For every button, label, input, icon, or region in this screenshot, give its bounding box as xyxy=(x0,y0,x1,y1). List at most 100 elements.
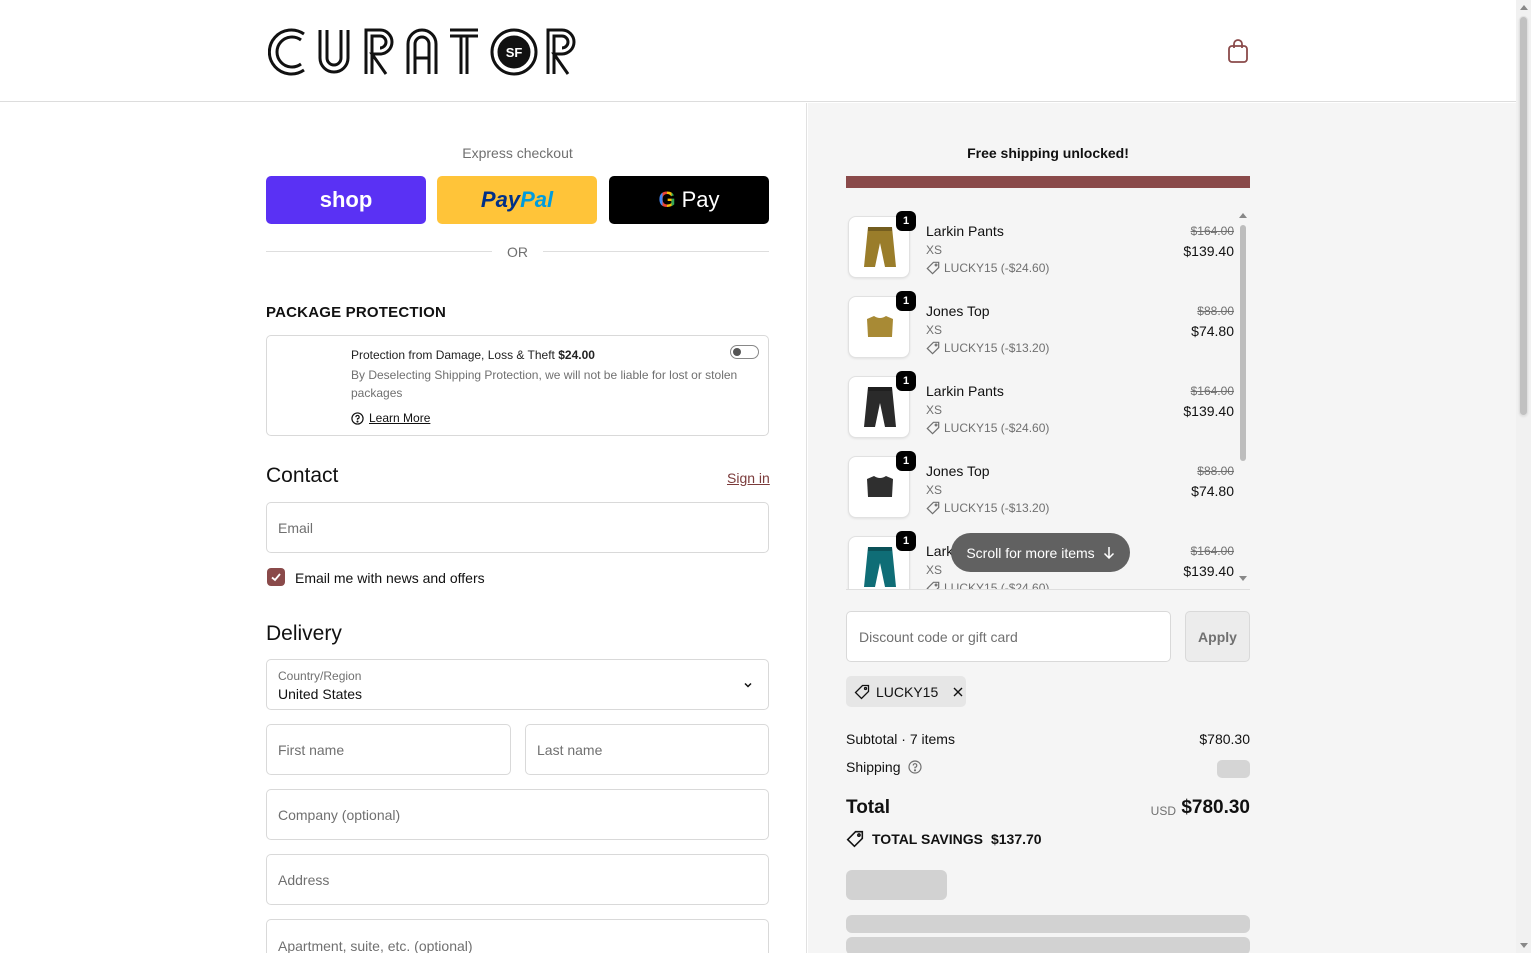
question-circle-icon xyxy=(351,411,364,425)
subtotal-value: $780.30 xyxy=(1199,731,1250,747)
quantity-badge: 1 xyxy=(896,531,916,551)
item-original-price: $164.00 xyxy=(1190,384,1234,398)
item-variant: XS xyxy=(926,243,943,257)
loading-placeholder xyxy=(846,915,1250,933)
svg-text:SF: SF xyxy=(506,45,523,60)
shop-pay-label: shop xyxy=(319,187,373,212)
express-checkout-label: Express checkout xyxy=(462,145,573,161)
item-price: $139.40 xyxy=(1183,243,1234,259)
item-discount-text: LUCKY15 (-$24.60) xyxy=(944,581,1050,590)
item-variant: XS xyxy=(926,483,943,497)
arrow-down-icon xyxy=(1103,547,1114,559)
total-savings: TOTAL SAVINGS $137.70 xyxy=(846,830,1042,848)
or-divider: OR xyxy=(266,243,769,261)
package-protection-box: Protection from Damage, Loss & Theft $24… xyxy=(266,335,769,436)
item-variant: XS xyxy=(926,323,943,337)
cart-item: 1 Larkin Pants XSLUCKY15 (-$24.60) $164.00 $… xyxy=(846,371,1234,451)
or-label: OR xyxy=(507,244,528,260)
item-discount-text: LUCKY15 (-$24.60) xyxy=(944,261,1050,275)
item-original-price: $88.00 xyxy=(1197,464,1234,478)
item-discount-text: LUCKY15 (-$13.20) xyxy=(944,341,1050,355)
quantity-badge: 1 xyxy=(896,211,916,231)
discount-code-input[interactable]: Discount code or gift card xyxy=(846,611,1171,662)
address-placeholder: Address xyxy=(278,871,330,888)
learn-more-link[interactable]: Learn More xyxy=(369,411,430,425)
company-placeholder: Company (optional) xyxy=(278,806,401,823)
google-pay-label: Pay xyxy=(681,187,720,212)
learn-more-row: Learn More xyxy=(351,411,430,425)
item-price: $139.40 xyxy=(1183,403,1234,419)
shopping-bag-icon[interactable] xyxy=(1226,38,1250,64)
curator-sf-logo[interactable]: SF xyxy=(268,24,584,80)
items-scrollbar[interactable] xyxy=(1238,211,1248,581)
total-value: $780.30 xyxy=(1181,797,1250,818)
apartment-field[interactable]: Apartment, suite, etc. (optional) xyxy=(266,919,769,953)
header: SF xyxy=(0,0,1516,102)
paypal-label-a: Pay xyxy=(480,187,521,212)
item-price: $74.80 xyxy=(1191,323,1234,339)
newsletter-checkbox[interactable] xyxy=(267,568,285,586)
page-scrollbar[interactable] xyxy=(1516,0,1531,953)
shop-pay-button[interactable]: shop xyxy=(266,176,426,224)
loading-placeholder xyxy=(846,937,1250,953)
email-field[interactable]: Email xyxy=(266,502,769,553)
tag-icon xyxy=(926,581,940,589)
sign-in-link[interactable]: Sign in xyxy=(727,470,770,486)
protection-toggle[interactable] xyxy=(730,345,759,359)
apply-button[interactable]: Apply xyxy=(1185,611,1250,662)
paypal-label-b: Pal xyxy=(520,187,554,212)
company-field[interactable]: Company (optional) xyxy=(266,789,769,840)
subtotal-row: Subtotal · 7 items $780.30 xyxy=(846,731,1250,747)
question-circle-icon[interactable] xyxy=(908,760,922,774)
item-name: Jones Top xyxy=(926,463,990,479)
google-pay-button[interactable]: G Pay xyxy=(609,176,769,224)
apartment-placeholder: Apartment, suite, etc. (optional) xyxy=(278,938,473,953)
scroll-more-button[interactable]: Scroll for more items xyxy=(951,533,1130,572)
quantity-badge: 1 xyxy=(896,291,916,311)
first-name-field[interactable]: First name xyxy=(266,724,511,775)
country-label: Country/Region xyxy=(278,669,362,683)
google-g-icon: G xyxy=(658,187,676,212)
protection-description: By Deselecting Shipping Protection, we w… xyxy=(351,368,738,400)
checkmark-icon xyxy=(271,573,281,582)
item-original-price: $164.00 xyxy=(1190,544,1234,558)
paypal-button[interactable]: Pay Pal xyxy=(437,176,597,224)
chevron-down-icon xyxy=(744,682,752,688)
item-variant: XS xyxy=(926,403,943,417)
tag-icon xyxy=(926,261,940,275)
tag-icon xyxy=(846,830,864,848)
item-name: Larkin Pants xyxy=(926,223,1004,239)
free-shipping-message: Free shipping unlocked! xyxy=(967,145,1129,161)
protection-headline-text: Protection from Damage, Loss & Theft xyxy=(351,348,555,362)
total-currency: USD xyxy=(1150,804,1176,818)
item-price: $139.40 xyxy=(1183,563,1234,579)
quantity-badge: 1 xyxy=(896,451,916,471)
remove-discount-icon[interactable] xyxy=(952,686,964,698)
item-discount: LUCKY15 (-$13.20) xyxy=(926,341,1049,355)
item-name: Larkin Pants xyxy=(926,383,1004,399)
cart-item: 1 Jones Top XS LUCKY15 (-$13.20) $88.00 $74.8… xyxy=(846,451,1234,531)
item-name: Jones Top xyxy=(926,303,990,319)
country-select[interactable]: Country/Region United States xyxy=(266,659,769,710)
last-name-field[interactable]: Last name xyxy=(525,724,769,775)
protection-headline: Protection from Damage, Loss & Theft $24… xyxy=(351,348,595,362)
item-discount: LUCKY15 (-$24.60) xyxy=(926,581,1050,590)
item-variant: XS xyxy=(926,563,943,577)
applied-code: LUCKY15 xyxy=(876,683,939,700)
applied-discount-chip: LUCKY15 xyxy=(846,676,966,707)
address-field[interactable]: Address xyxy=(266,854,769,905)
tag-icon xyxy=(926,341,940,355)
package-protection-title: PACKAGE PROTECTION xyxy=(266,304,446,321)
loading-placeholder xyxy=(846,870,947,900)
shipping-loading-placeholder xyxy=(1217,760,1250,778)
subtotal-label: Subtotal · 7 items xyxy=(846,731,955,747)
cart-item: 1 Jones Top XS LUCKY15 (-$13.20) $88.00 $74.8… xyxy=(846,291,1234,371)
contact-title: Contact xyxy=(266,464,339,487)
discount-placeholder: Discount code or gift card xyxy=(859,628,1018,645)
total-row: Total USD $780.30 xyxy=(846,797,1250,819)
total-label: Total xyxy=(846,797,890,818)
item-discount: LUCKY15 (-$24.60) xyxy=(926,421,1049,435)
first-name-placeholder: First name xyxy=(278,741,345,758)
item-discount: LUCKY15 (-$24.60) xyxy=(926,261,1049,275)
newsletter-label: Email me with news and offers xyxy=(295,570,485,586)
